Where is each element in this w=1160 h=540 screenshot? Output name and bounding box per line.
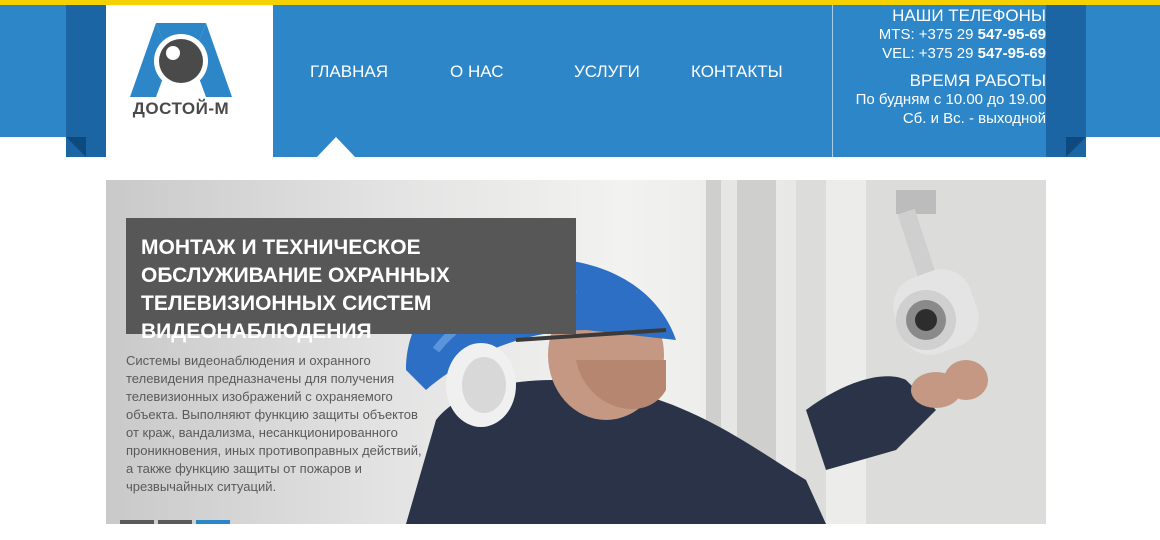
nav-services[interactable]: УСЛУГИ — [574, 62, 640, 82]
ribbon-left-fold — [66, 137, 86, 157]
nav-about[interactable]: О НАС — [450, 62, 503, 82]
contacts-block: НАШИ ТЕЛЕФОНЫ MTS: +375 29 547-95-69 VEL… — [856, 6, 1046, 128]
phone-vel-prefix: VEL: +375 29 — [882, 45, 978, 62]
logo-text: ДОСТОЙ-М — [132, 99, 230, 118]
phone-mts[interactable]: MTS: +375 29 547-95-69 — [856, 25, 1046, 44]
phones-title: НАШИ ТЕЛЕФОНЫ — [892, 6, 1046, 25]
phone-mts-number: 547-95-69 — [977, 26, 1046, 43]
slider-dot-2[interactable] — [158, 520, 192, 524]
ribbon-right — [1046, 5, 1086, 157]
phone-mts-prefix: MTS: +375 29 — [878, 26, 978, 43]
ribbon-left — [66, 5, 106, 157]
hero-slider[interactable]: МОНТАЖ И ТЕХНИЧЕСКОЕ ОБСЛУЖИВАНИЕ ОХРАНН… — [106, 180, 1046, 524]
logo-mark-icon — [130, 23, 232, 97]
header-divider — [832, 5, 833, 157]
phone-vel[interactable]: VEL: +375 29 547-95-69 — [856, 44, 1046, 63]
hours-weekdays: По будням с 10.00 до 19.00 — [855, 91, 1046, 108]
hours-title: ВРЕМЯ РАБОТЫ — [909, 71, 1046, 90]
nav-home[interactable]: ГЛАВНАЯ — [310, 62, 388, 82]
ribbon-right-fold — [1066, 137, 1086, 157]
active-nav-indicator — [316, 137, 356, 158]
hero-description: Системы видеонаблюдения и охранного теле… — [126, 353, 422, 494]
hero-title: МОНТАЖ И ТЕХНИЧЕСКОЕ ОБСЛУЖИВАНИЕ ОХРАНН… — [141, 236, 450, 343]
hours-weekend: Сб. и Вс. - выходной — [902, 110, 1046, 127]
slider-dot-3[interactable] — [196, 520, 230, 524]
nav-contacts[interactable]: КОНТАКТЫ — [691, 62, 783, 82]
logo[interactable]: ДОСТОЙ-М — [106, 5, 273, 158]
hero-caption-box: МОНТАЖ И ТЕХНИЧЕСКОЕ ОБСЛУЖИВАНИЕ ОХРАНН… — [126, 218, 576, 343]
slider-dot-1[interactable] — [120, 520, 154, 524]
phone-vel-number: 547-95-69 — [977, 45, 1046, 62]
